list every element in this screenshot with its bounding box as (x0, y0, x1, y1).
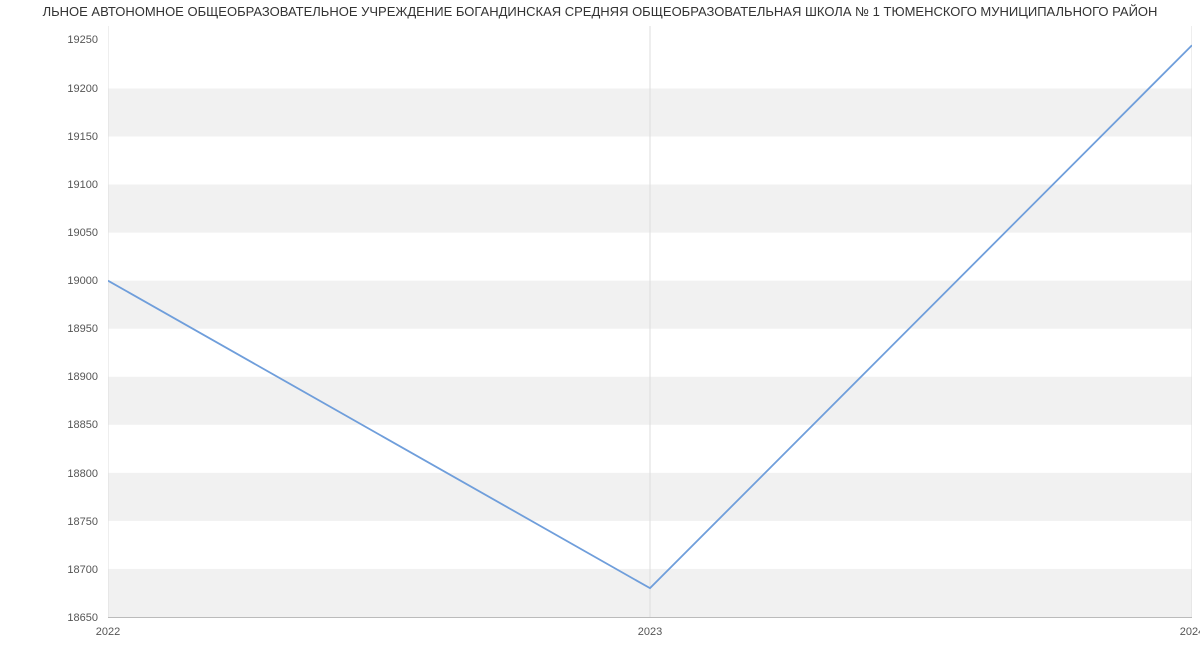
y-tick-label: 18950 (67, 323, 98, 335)
x-axis: 202220232024 (108, 618, 1192, 650)
plot-area (108, 26, 1192, 618)
x-tick-label: 2022 (96, 626, 120, 638)
y-tick-label: 19250 (67, 34, 98, 46)
y-tick-label: 18800 (67, 468, 98, 480)
y-tick-label: 19150 (67, 131, 98, 143)
y-tick-label: 18650 (67, 612, 98, 624)
y-tick-label: 19000 (67, 275, 98, 287)
y-tick-label: 18700 (67, 564, 98, 576)
y-tick-label: 18850 (67, 419, 98, 431)
chart-svg (108, 26, 1192, 617)
y-tick-label: 19100 (67, 179, 98, 191)
y-tick-label: 18750 (67, 516, 98, 528)
y-tick-label: 19200 (67, 83, 98, 95)
x-tick-label: 2024 (1180, 626, 1200, 638)
y-axis: 1865018700187501880018850189001895019000… (0, 26, 108, 618)
x-tick-label: 2023 (638, 626, 662, 638)
y-tick-label: 19050 (67, 227, 98, 239)
chart-title: ЛЬНОЕ АВТОНОМНОЕ ОБЩЕОБРАЗОВАТЕЛЬНОЕ УЧР… (0, 4, 1200, 19)
y-tick-label: 18900 (67, 371, 98, 383)
